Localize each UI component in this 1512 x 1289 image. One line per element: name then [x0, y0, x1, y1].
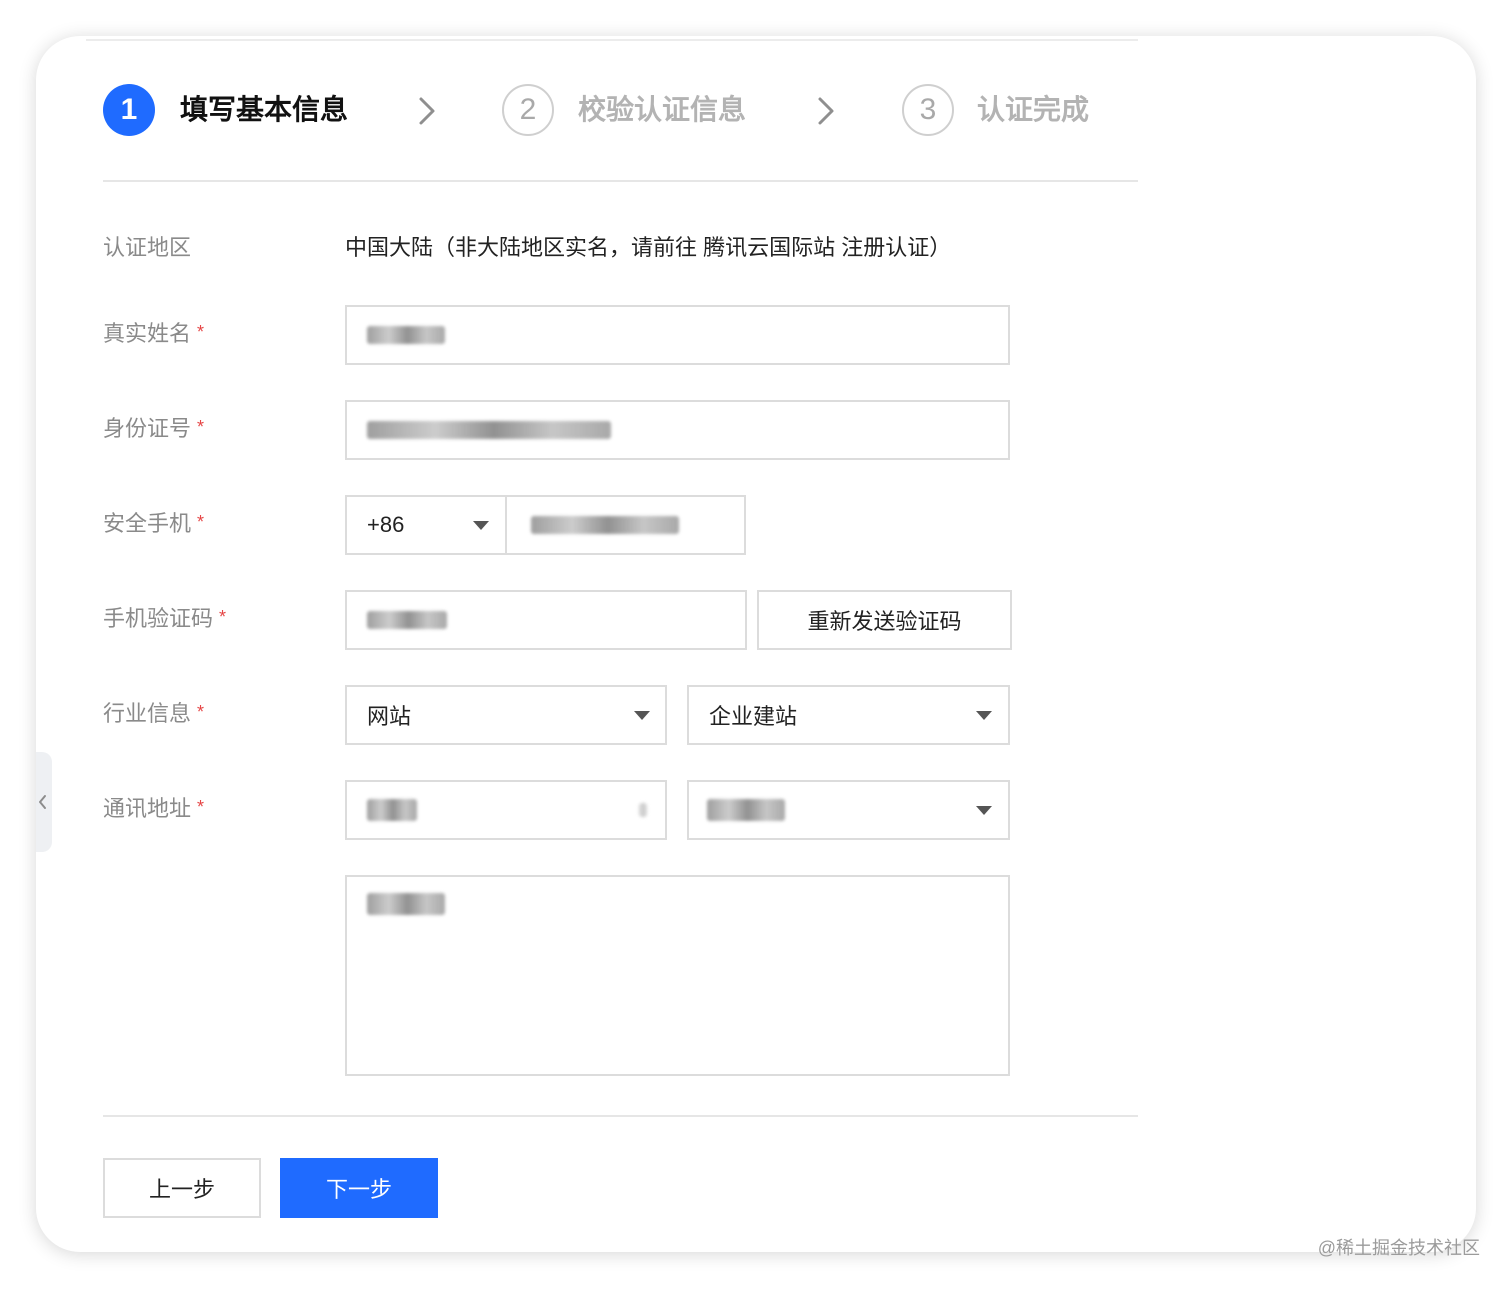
- required-mark: *: [197, 512, 205, 532]
- industry-secondary-value: 企业建站: [709, 704, 798, 729]
- real-name-input[interactable]: [345, 305, 1010, 365]
- required-mark: *: [197, 702, 205, 722]
- redacted-value: [707, 799, 785, 821]
- prev-step-button[interactable]: 上一步: [103, 1158, 261, 1218]
- resend-code-button[interactable]: 重新发送验证码: [757, 590, 1012, 650]
- redacted-value: [367, 799, 417, 821]
- prev-step-button-label: 上一步: [148, 1177, 215, 1202]
- address-label: 通讯地址 *: [103, 794, 204, 824]
- step-2-number: 2: [502, 84, 554, 136]
- region-label: 认证地区: [103, 235, 192, 260]
- step-1-label: 填写基本信息: [180, 94, 349, 125]
- industry-secondary-select[interactable]: 企业建站: [687, 685, 1010, 745]
- actions-divider: [103, 1115, 1138, 1117]
- country-code-select[interactable]: +86: [345, 495, 507, 555]
- id-number-label: 身份证号 *: [103, 414, 204, 444]
- industry-label-text: 行业信息: [103, 701, 192, 726]
- redacted-value: [367, 893, 445, 915]
- id-number-input[interactable]: [345, 400, 1010, 460]
- caret-down-icon: [976, 711, 992, 720]
- sms-code-label: 手机验证码 *: [103, 604, 226, 634]
- phone-label-text: 安全手机: [103, 511, 192, 536]
- watermark: @稀土掘金技术社区: [1317, 1238, 1480, 1258]
- top-rule: [86, 39, 1138, 41]
- redacted-value: [367, 326, 445, 344]
- sms-code-label-text: 手机验证码: [103, 606, 214, 631]
- chevron-right-icon: [419, 97, 435, 125]
- step-1-number: 1: [103, 84, 155, 136]
- step-3-label: 认证完成: [977, 94, 1090, 125]
- chevron-right-icon: [818, 97, 834, 125]
- caret-down-icon: [473, 521, 489, 530]
- caret-down-icon: [634, 711, 650, 720]
- redacted-value: [639, 803, 647, 817]
- redacted-value: [531, 516, 679, 534]
- required-mark: *: [197, 322, 205, 342]
- country-code-value: +86: [367, 512, 405, 537]
- address-city-select[interactable]: [687, 780, 1010, 840]
- required-mark: *: [219, 607, 227, 627]
- address-detail-textarea[interactable]: [345, 875, 1010, 1076]
- real-name-label-text: 真实姓名: [103, 321, 192, 346]
- industry-primary-value: 网站: [367, 704, 412, 729]
- next-step-button[interactable]: 下一步: [280, 1158, 438, 1218]
- industry-label: 行业信息 *: [103, 699, 204, 729]
- required-mark: *: [197, 417, 205, 437]
- resend-code-button-label: 重新发送验证码: [807, 609, 962, 634]
- caret-down-icon: [976, 806, 992, 815]
- redacted-value: [367, 611, 447, 629]
- step-3-number: 3: [902, 84, 954, 136]
- phone-label: 安全手机 *: [103, 509, 204, 539]
- side-collapse-tab[interactable]: [36, 752, 52, 852]
- industry-primary-select[interactable]: 网站: [345, 685, 667, 745]
- region-value: 中国大陆（非大陆地区实名，请前往 腾讯云国际站 注册认证）: [345, 235, 952, 260]
- phone-input[interactable]: [505, 495, 746, 555]
- steps-divider: [103, 180, 1138, 182]
- next-step-button-label: 下一步: [325, 1177, 392, 1202]
- address-province-select[interactable]: [345, 780, 667, 840]
- redacted-value: [367, 421, 611, 439]
- real-name-label: 真实姓名 *: [103, 319, 204, 349]
- address-label-text: 通讯地址: [103, 796, 192, 821]
- chevron-left-icon: [39, 795, 46, 809]
- sms-code-input[interactable]: [345, 590, 747, 650]
- id-number-label-text: 身份证号: [103, 416, 192, 441]
- step-2-label: 校验认证信息: [578, 94, 747, 125]
- required-mark: *: [197, 797, 205, 817]
